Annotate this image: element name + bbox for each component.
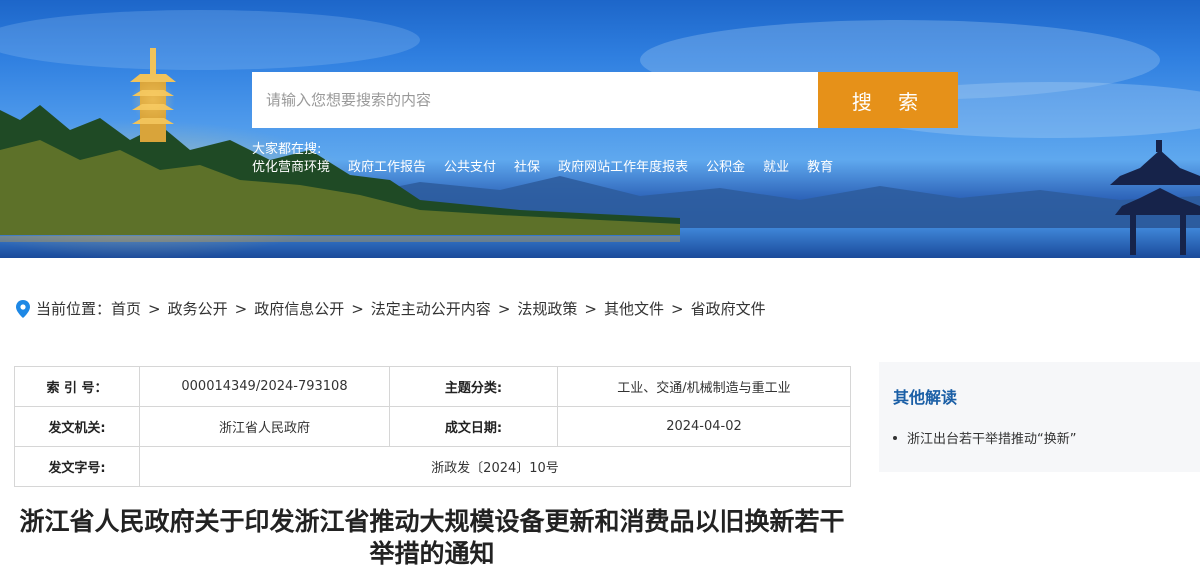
breadcrumb-item-provincial-docs[interactable]: 省政府文件: [691, 298, 766, 319]
index-number-label: 索 引 号：: [14, 366, 140, 407]
table-row: 发文机关: 浙江省人民政府 成文日期: 2024-04-02: [14, 406, 851, 447]
search-button[interactable]: 搜 索: [818, 72, 958, 128]
breadcrumb-separator: >: [671, 299, 684, 318]
date-value: 2024-04-02: [557, 406, 851, 447]
breadcrumb-separator: >: [351, 299, 364, 318]
breadcrumb-item-home[interactable]: 首页: [111, 298, 141, 319]
breadcrumb-separator: >: [584, 299, 597, 318]
west-lake-scenery-image: [0, 10, 1200, 258]
document-info-table: 索 引 号： 000014349/2024-793108 主题分类: 工业、交通…: [14, 366, 851, 487]
breadcrumb-separator: >: [148, 299, 161, 318]
location-pin-icon: [16, 299, 30, 318]
breadcrumb-item-regulations[interactable]: 法规政策: [517, 298, 577, 319]
breadcrumb-item-other-docs[interactable]: 其他文件: [604, 298, 664, 319]
table-row: 发文字号: 浙政发〔2024〕10号: [14, 446, 851, 487]
table-row: 索 引 号： 000014349/2024-793108 主题分类: 工业、交通…: [14, 366, 851, 407]
hot-search-link[interactable]: 公共支付: [444, 156, 496, 175]
hot-search-link[interactable]: 政府工作报告: [348, 156, 426, 175]
search-bar: 搜 索: [252, 72, 958, 128]
hot-search-link[interactable]: 公积金: [706, 156, 745, 175]
breadcrumb-separator: >: [497, 299, 511, 318]
breadcrumb-item-info-open[interactable]: 政府信息公开: [254, 298, 344, 319]
issuer-label: 发文机关:: [14, 406, 140, 447]
hot-search-label: 大家都在搜:: [252, 142, 322, 157]
related-interpretation-link[interactable]: 浙江出台若干举措推动“换新”: [893, 428, 1076, 447]
header-banner: 搜 索 大家都在搜: 优化营商环境 政府工作报告 公共支付 社保 政府网站工作年…: [0, 0, 1200, 258]
hot-search-link[interactable]: 教育: [807, 156, 833, 175]
breadcrumb-prefix: 当前位置：: [36, 300, 112, 318]
breadcrumb-item-statutory[interactable]: 法定主动公开内容: [371, 298, 491, 319]
related-interpretations-title: 其他解读: [893, 388, 958, 407]
hot-search-link[interactable]: 优化营商环境: [252, 156, 330, 175]
document-title: 浙江省人民政府关于印发浙江省推动大规模设备更新和消费品以旧换新若干举措的通知: [19, 507, 845, 568]
related-interpretation-label: 浙江出台若干举措推动“换新”: [907, 432, 1077, 447]
hot-search-link[interactable]: 政府网站工作年度报表: [558, 156, 688, 175]
breadcrumb-item-affairs-open[interactable]: 政务公开: [168, 298, 228, 319]
breadcrumb: 当前位置： 首页 > 政务公开 > 政府信息公开 > 法定主动公开内容 > 法规…: [16, 298, 766, 319]
search-input[interactable]: [252, 72, 818, 128]
related-interpretations-panel: 其他解读 浙江出台若干举措推动“换新”: [879, 362, 1200, 472]
hot-search-list: 优化营商环境 政府工作报告 公共支付 社保 政府网站工作年度报表 公积金 就业 …: [252, 156, 833, 175]
breadcrumb-separator: >: [234, 299, 248, 318]
index-number-value: 000014349/2024-793108: [139, 366, 390, 407]
issuer-value: 浙江省人民政府: [139, 406, 390, 447]
topic-label: 主题分类:: [389, 366, 558, 407]
bullet-icon: [893, 435, 897, 440]
topic-value: 工业、交通/机械制造与重工业: [557, 366, 851, 407]
hot-search-link[interactable]: 社保: [514, 156, 540, 175]
hot-search-link[interactable]: 就业: [763, 156, 789, 175]
document-number-label: 发文字号:: [14, 446, 140, 487]
date-label: 成文日期:: [389, 406, 558, 447]
document-number-value: 浙政发〔2024〕10号: [139, 446, 851, 487]
